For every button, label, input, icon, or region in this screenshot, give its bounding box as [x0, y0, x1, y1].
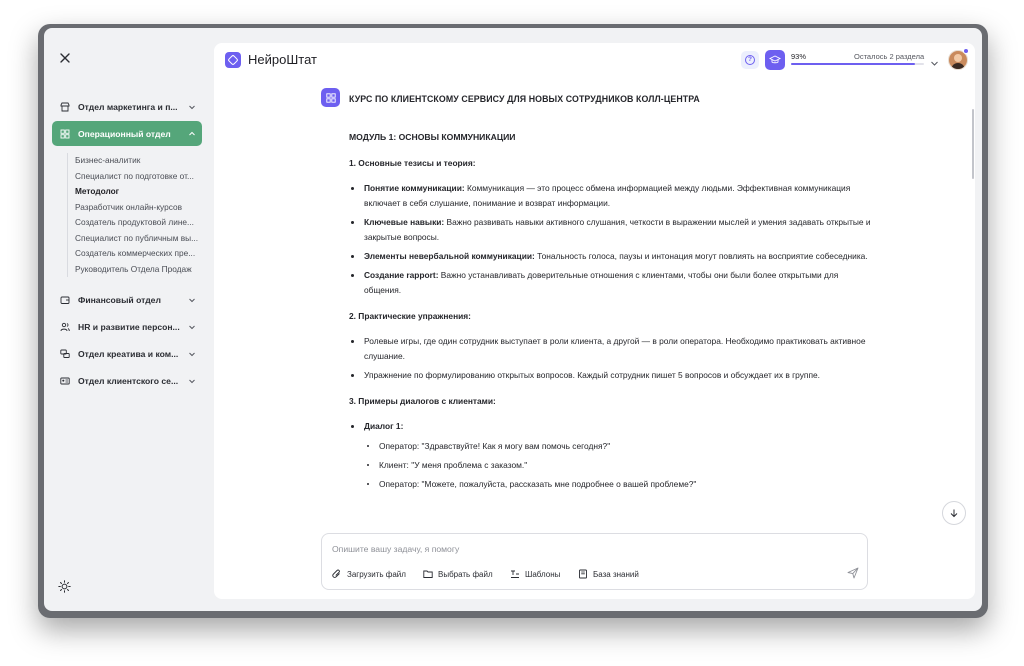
knowledge-base-button[interactable]: База знаний: [578, 567, 639, 581]
sidebar-subitem[interactable]: Разработчик онлайн-курсов: [75, 200, 202, 216]
chevron-down-icon: [188, 103, 196, 111]
paperclip-icon: [332, 569, 340, 578]
arrow-down-icon: [950, 509, 958, 518]
chevron-down-icon: [188, 377, 196, 385]
chevron-down-icon: [188, 350, 196, 358]
scrollbar[interactable]: [972, 109, 974, 179]
app-screen: Отдел маркетинга и п... Операционный отд…: [44, 28, 982, 611]
list-item: Ролевые игры, где один сотрудник выступа…: [349, 334, 874, 364]
grid-icon: [60, 129, 70, 139]
sidebar-item-creative[interactable]: Отдел креатива и ком...: [52, 341, 202, 366]
sidebar-subitem[interactable]: Создатель коммерческих пре...: [75, 246, 202, 262]
send-icon[interactable]: [847, 566, 859, 579]
assistant-message-icon: [321, 88, 340, 107]
sidebar: Отдел маркетинга и п... Операционный отд…: [44, 28, 212, 611]
main-panel: НейроШтат ? 93% Осталось 2 раздела КУРС …: [214, 43, 975, 599]
exercises-list: Ролевые игры, где один сотрудник выступа…: [349, 334, 874, 383]
list-item: Диалог 1: Оператор: "Здравствуйте! Как я…: [349, 419, 874, 492]
section-heading: 2. Практические упражнения:: [349, 311, 471, 321]
sidebar-item-label: Отдел клиентского се...: [78, 375, 179, 386]
chevron-up-icon: [188, 130, 196, 138]
course-button[interactable]: [765, 50, 785, 70]
sun-icon[interactable]: [58, 580, 71, 593]
sidebar-item-label: Отдел креатива и ком...: [78, 348, 179, 359]
list-item: Упражнение по формулированию открытых во…: [349, 368, 874, 383]
dialog-line: Оператор: "Можете, пожалуйста, рассказат…: [364, 477, 874, 492]
progress-bar-fill: [791, 63, 915, 65]
help-button[interactable]: ?: [741, 51, 759, 69]
chevron-down-icon: [188, 323, 196, 331]
chevron-down-icon: [188, 296, 196, 304]
section-heading: 3. Примеры диалогов с клиентами:: [349, 396, 496, 406]
store-icon: [60, 102, 70, 112]
sidebar-subitem[interactable]: Специалист по публичным вы...: [75, 231, 202, 247]
sidebar-item-label: Отдел маркетинга и п...: [78, 101, 178, 112]
id-card-icon: [60, 376, 70, 386]
theory-list: Понятие коммуникации: Коммуникация — это…: [349, 181, 874, 298]
folder-icon: [423, 570, 433, 578]
device-frame: Отдел маркетинга и п... Операционный отд…: [38, 24, 988, 618]
book-icon: [579, 569, 587, 579]
sidebar-item-customer-service[interactable]: Отдел клиентского се...: [52, 368, 202, 393]
people-icon: [60, 322, 70, 332]
close-icon[interactable]: [58, 51, 72, 65]
dialog-lines: Оператор: "Здравствуйте! Как я могу вам …: [364, 439, 874, 492]
templates-icon: [511, 570, 519, 578]
section-heading: 1. Основные тезисы и теория:: [349, 158, 476, 168]
scroll-down-button[interactable]: [942, 501, 966, 525]
sidebar-item-hr[interactable]: HR и развитие персон...: [52, 314, 202, 339]
grid-icon: [325, 92, 336, 103]
composer: Загрузить файл Выбрать файл Шаблоны База…: [321, 533, 868, 590]
sidebar-item-label: HR и развитие персон...: [78, 321, 180, 332]
notification-dot: [963, 48, 969, 54]
graduation-cap-icon: [769, 55, 781, 64]
list-item: Понятие коммуникации: Коммуникация — это…: [349, 181, 874, 211]
chevron-down-icon[interactable]: [930, 55, 939, 66]
dialog-title: Диалог 1:: [364, 421, 404, 431]
choose-file-button[interactable]: Выбрать файл: [423, 567, 493, 581]
sidebar-subitem[interactable]: Бизнес-аналитик: [75, 153, 202, 169]
task-input[interactable]: [332, 544, 812, 554]
upload-file-button[interactable]: Загрузить файл: [332, 567, 406, 581]
question-icon: ?: [745, 55, 755, 65]
sidebar-subitem[interactable]: Создатель продуктовой лине...: [75, 215, 202, 231]
list-item: Создание rapport: Важно устанавливать до…: [349, 268, 874, 298]
sidebar-subitems: Бизнес-аналитик Специалист по подготовке…: [67, 153, 202, 277]
message-content: КУРС ПО КЛИЕНТСКОМУ СЕРВИСУ ДЛЯ НОВЫХ СО…: [349, 92, 874, 496]
progress-bar: [791, 63, 924, 65]
sidebar-subitem[interactable]: Руководитель Отдела Продаж: [75, 262, 202, 278]
templates-button[interactable]: Шаблоны: [510, 567, 560, 581]
progress-remaining: Осталось 2 раздела: [854, 52, 925, 61]
sidebar-subitem-selected[interactable]: Методолог: [75, 184, 202, 200]
sidebar-item-operations[interactable]: Операционный отдел: [52, 121, 202, 146]
list-item: Ключевые навыки: Важно развивать навыки …: [349, 215, 874, 245]
sidebar-item-label: Операционный отдел: [78, 128, 171, 139]
sidebar-item-finance[interactable]: Финансовый отдел: [52, 287, 202, 312]
brand-name: НейроШтат: [248, 52, 317, 67]
sidebar-item-label: Финансовый отдел: [78, 294, 161, 305]
brand-logo: [225, 52, 241, 68]
module-title: МОДУЛЬ 1: ОСНОВЫ КОММУНИКАЦИИ: [349, 132, 516, 142]
wallet-icon: [60, 295, 70, 305]
dialogs-list: Диалог 1: Оператор: "Здравствуйте! Как я…: [349, 419, 874, 492]
sidebar-subitem[interactable]: Специалист по подготовке от...: [75, 169, 202, 185]
chat-icon: [60, 349, 70, 359]
header: НейроШтат ? 93% Осталось 2 раздела: [214, 43, 975, 77]
progress-percent: 93%: [791, 52, 807, 61]
course-title: КУРС ПО КЛИЕНТСКОМУ СЕРВИСУ ДЛЯ НОВЫХ СО…: [349, 94, 700, 104]
dialog-line: Клиент: "У меня проблема с заказом.": [364, 458, 874, 473]
sidebar-item-marketing[interactable]: Отдел маркетинга и п...: [52, 94, 202, 119]
dialog-line: Оператор: "Здравствуйте! Как я могу вам …: [364, 439, 874, 454]
list-item: Элементы невербальной коммуникации: Тона…: [349, 249, 874, 264]
